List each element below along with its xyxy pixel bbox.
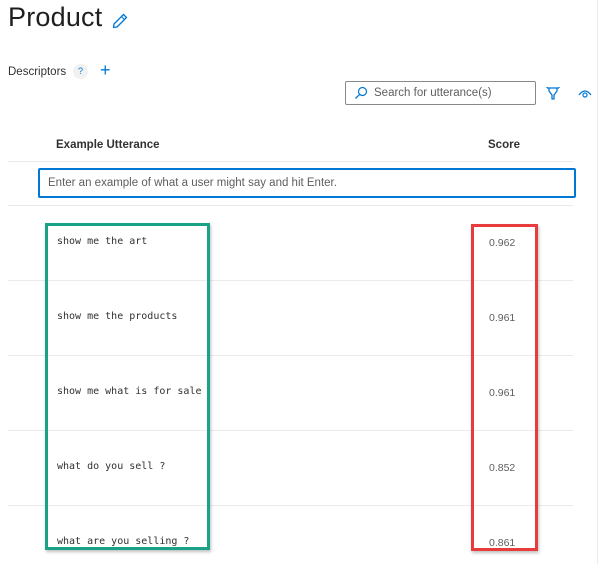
pencil-icon[interactable] [112, 13, 128, 29]
search-icon [355, 86, 368, 99]
page-title: Product [8, 2, 103, 32]
utterance-highlight-box [45, 223, 210, 550]
header-divider [8, 161, 573, 162]
search-box[interactable] [345, 81, 536, 105]
scrollbar-track[interactable] [597, 0, 598, 564]
descriptors-label: Descriptors [8, 66, 67, 78]
new-utterance-input[interactable] [38, 168, 576, 198]
search-input[interactable] [374, 87, 524, 99]
row-divider [8, 205, 573, 206]
add-descriptor-icon[interactable]: + [100, 61, 111, 79]
eye-icon[interactable] [578, 87, 592, 99]
help-icon[interactable]: ? [73, 64, 88, 79]
column-header-utterance[interactable]: Example Utterance [56, 139, 160, 151]
score-highlight-box [471, 224, 538, 551]
filter-icon[interactable] [546, 86, 560, 100]
column-header-score[interactable]: Score [488, 139, 520, 151]
